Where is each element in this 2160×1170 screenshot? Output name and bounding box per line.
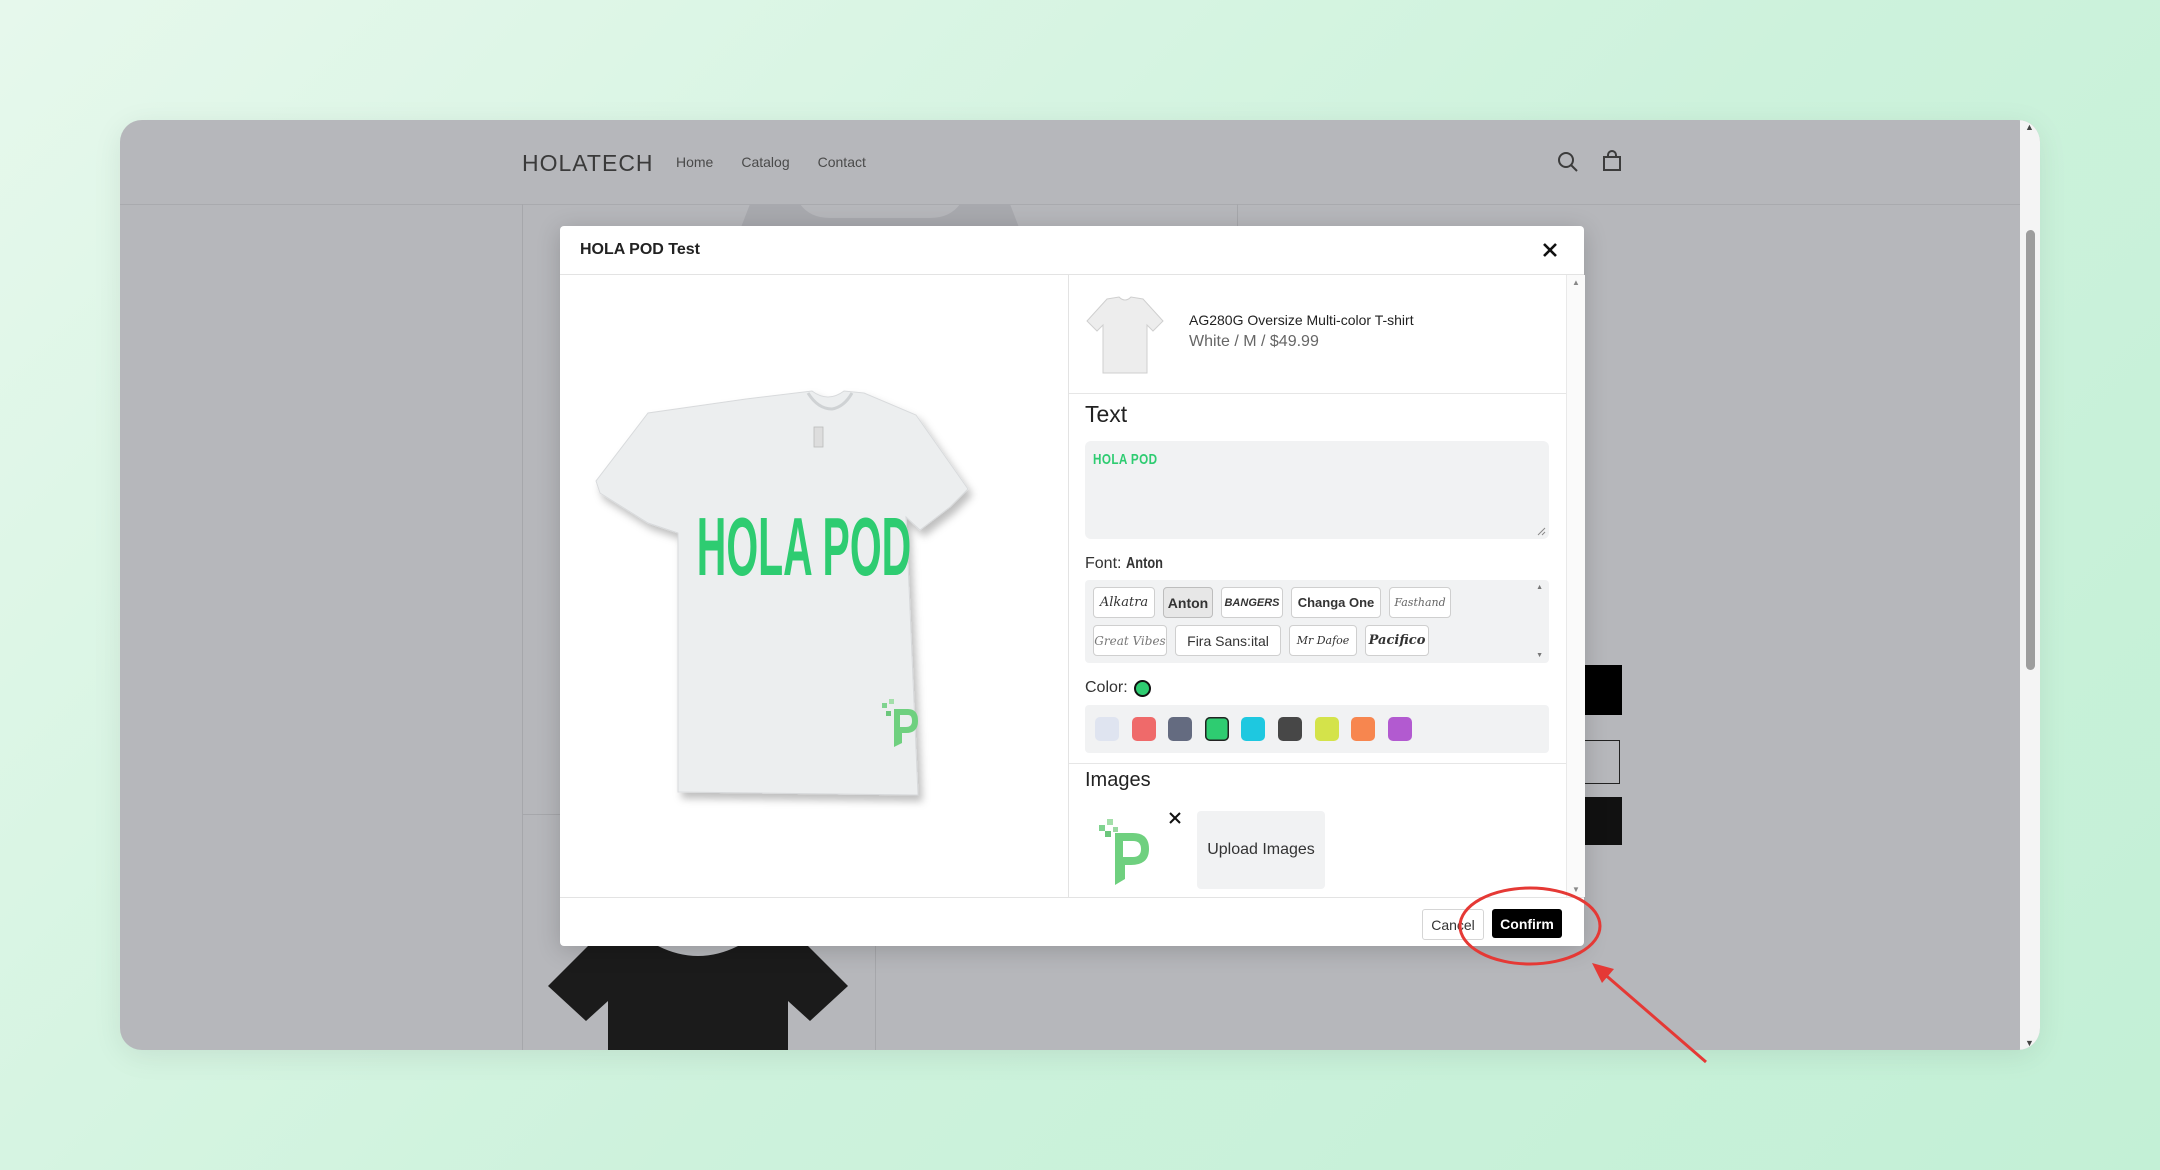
store-logo[interactable]: HOLATECH <box>522 150 654 177</box>
color-swatch[interactable] <box>1204 717 1229 741</box>
font-option-changa-one[interactable]: Changa One <box>1291 587 1381 618</box>
selected-font-name: Anton <box>1125 555 1163 572</box>
font-option-anton[interactable]: Anton <box>1163 587 1213 618</box>
scroll-up-arrow-icon[interactable]: ▲ <box>2025 122 2034 132</box>
bg-buy-now-button[interactable] <box>1582 797 1622 845</box>
images-section-title: Images <box>1085 769 1151 791</box>
color-swatch[interactable] <box>1351 717 1376 741</box>
customize-panel: AG280G Oversize Multi-color T-shirt Whit… <box>1069 275 1566 897</box>
scrollbar-thumb[interactable] <box>2026 230 2035 670</box>
scroll-down-arrow-icon[interactable]: ▼ <box>2025 1038 2034 1048</box>
font-option-bangers[interactable]: BANGERS <box>1221 587 1283 618</box>
design-preview: HOLA POD <box>560 275 1069 897</box>
font-option-fira-sans[interactable]: Fira Sans:ital <box>1175 625 1281 656</box>
bg-outline-button[interactable] <box>1582 740 1620 784</box>
cart-icon[interactable] <box>1598 148 1626 176</box>
confirm-button[interactable]: Confirm <box>1492 909 1562 938</box>
color-swatch[interactable] <box>1387 717 1412 741</box>
bg-add-to-cart-button[interactable] <box>1582 665 1622 715</box>
font-option-alkatra[interactable]: Alkatra <box>1093 587 1155 618</box>
modal-footer: Cancel Confirm <box>560 897 1584 947</box>
customize-modal: HOLA POD Test HOLA POD AG280G Oversize M… <box>560 226 1585 947</box>
color-swatch[interactable] <box>1314 717 1339 741</box>
uploaded-logo-thumbnail[interactable] <box>1097 817 1157 887</box>
page-scrollbar[interactable]: ▲ ▼ <box>2020 120 2040 1050</box>
modal-scrollbar[interactable]: ▲ ▼ <box>1566 275 1585 897</box>
modal-scroll-up-icon[interactable]: ▲ <box>1572 278 1580 287</box>
font-option-fasthand[interactable]: Fasthand <box>1389 587 1451 618</box>
font-option-mr-dafoe[interactable]: Mr Dafoe <box>1289 625 1357 656</box>
section-divider <box>1069 763 1566 764</box>
close-icon[interactable] <box>1538 238 1562 262</box>
bg-gallery-divider <box>522 204 523 1050</box>
modal-title: HOLA POD Test <box>580 241 701 258</box>
modal-scroll-down-icon[interactable]: ▼ <box>1572 885 1580 894</box>
text-input[interactable]: HOLA POD <box>1085 441 1549 539</box>
nav-contact[interactable]: Contact <box>818 154 866 170</box>
remove-image-icon[interactable] <box>1167 810 1183 826</box>
color-swatch[interactable] <box>1241 717 1266 741</box>
nav-catalog[interactable]: Catalog <box>741 154 789 170</box>
font-scroll-down-icon[interactable]: ▼ <box>1536 652 1543 659</box>
cancel-button[interactable]: Cancel <box>1422 909 1484 940</box>
font-label: Font: Anton <box>1085 555 1163 572</box>
color-swatch[interactable] <box>1095 717 1119 741</box>
color-picker <box>1085 705 1549 753</box>
resize-handle-icon[interactable] <box>1536 526 1546 536</box>
tshirt-preview-image: HOLA POD <box>595 390 969 796</box>
search-icon[interactable] <box>1554 148 1582 176</box>
product-summary: AG280G Oversize Multi-color T-shirt Whit… <box>1069 275 1566 394</box>
color-swatch[interactable] <box>1168 717 1193 741</box>
bg-black-shirt-image <box>548 946 848 1050</box>
upload-images-button[interactable]: Upload Images <box>1197 811 1325 889</box>
text-section-title: Text <box>1085 401 1128 427</box>
text-input-value: HOLA POD <box>1093 451 1158 468</box>
color-label: Color: <box>1085 679 1151 697</box>
product-name: AG280G Oversize Multi-color T-shirt <box>1189 312 1414 328</box>
font-picker: Alkatra Anton BANGERS Changa One Fasthan… <box>1085 580 1549 663</box>
color-swatch[interactable] <box>1131 717 1156 741</box>
modal-header: HOLA POD Test <box>560 226 1584 275</box>
product-thumbnail <box>1086 296 1164 374</box>
preview-print-text[interactable]: HOLA POD <box>697 500 911 592</box>
font-option-pacifico[interactable]: Pacifico <box>1365 625 1429 656</box>
product-variant-price: White / M / $49.99 <box>1189 333 1319 350</box>
main-nav: Home Catalog Contact <box>676 154 866 170</box>
font-scroll-up-icon[interactable]: ▲ <box>1536 584 1543 591</box>
nav-home[interactable]: Home <box>676 154 713 170</box>
font-option-great-vibes[interactable]: Great Vibes <box>1093 625 1167 656</box>
selected-color-indicator <box>1133 679 1151 697</box>
store-header: HOLATECH Home Catalog Contact <box>120 120 2020 205</box>
color-swatch[interactable] <box>1278 717 1302 741</box>
